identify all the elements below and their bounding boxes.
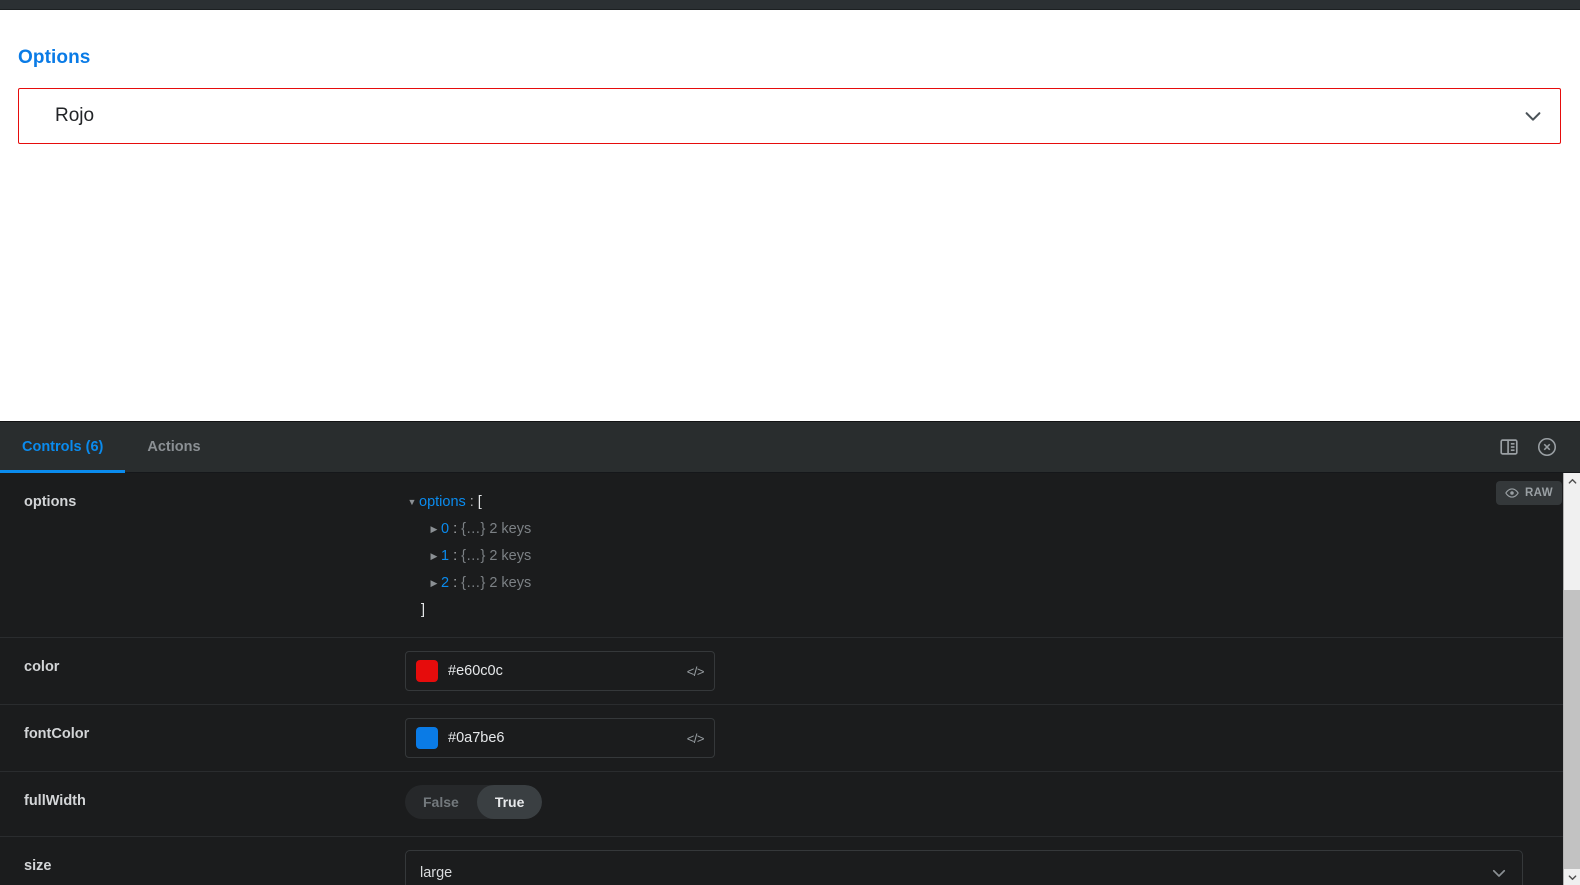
object-tree-summary: {…} 2 keys (461, 521, 532, 537)
addon-panel: Controls (6) Actions options ▼ options:… (0, 421, 1580, 885)
object-tree-close-bracket: ] (421, 602, 426, 618)
raw-toggle-button[interactable]: RAW (1495, 481, 1562, 505)
list-item[interactable]: ▶ 1 : {…} 2 keys (405, 543, 1580, 570)
table-row: fullWidth False True (0, 772, 1580, 837)
object-tree-key: options (419, 494, 466, 510)
scrollbar-up-button[interactable] (1564, 473, 1580, 490)
object-tree: ▼ options : [ ▶ 0 : {…} 2 keys ▶ 1: {…}… (405, 486, 1580, 624)
addon-panel-toolbar: Controls (6) Actions (0, 422, 1580, 473)
eye-icon (1505, 488, 1519, 498)
object-tree-index: 0 (441, 521, 450, 537)
raw-toggle-label: RAW (1524, 487, 1553, 499)
list-item[interactable]: ▶ 0 : {…} 2 keys (405, 516, 1580, 543)
control-name-color: color (24, 659, 60, 675)
object-tree-open-bracket: [ (477, 494, 482, 510)
object-tree-close: ] (405, 597, 1580, 624)
scrollbar-down-button[interactable] (1564, 869, 1580, 885)
object-tree-root[interactable]: ▼ options : [ (405, 489, 1580, 516)
page-title: Options (18, 47, 91, 68)
object-tree-summary: {…} 2 keys (461, 575, 532, 591)
caret-down-icon[interactable]: ▼ (405, 489, 419, 516)
code-toggle-icon[interactable]: </> (687, 731, 705, 746)
scrollbar-thumb[interactable] (1564, 490, 1580, 590)
tab-actions-label: Actions (147, 439, 201, 455)
color-input[interactable]: #e60c0c </> (405, 651, 715, 691)
table-row: color #e60c0c </> (0, 638, 1580, 705)
options-select-value: Rojo (55, 105, 95, 126)
control-name-fullWidth: fullWidth (24, 793, 86, 809)
boolean-option-false[interactable]: False (405, 785, 477, 819)
table-row: options ▼ options : [ ▶ 0 : {…} 2 keys ▶… (0, 473, 1580, 638)
boolean-toggle: False True (405, 785, 543, 819)
tab-controls-label: Controls (6) (22, 439, 104, 455)
color-swatch[interactable] (416, 660, 438, 682)
object-tree-summary: {…} 2 keys (461, 548, 532, 564)
size-select-value: large (420, 865, 453, 881)
color-swatch[interactable] (416, 727, 438, 749)
controls-rows: options ▼ options : [ ▶ 0 : {…} 2 keys ▶… (0, 473, 1580, 885)
panel-scrollbar[interactable] (1563, 473, 1580, 885)
color-value-text: #e60c0c (448, 663, 503, 679)
object-tree-colon: : (453, 521, 458, 537)
chevron-down-icon (1490, 864, 1508, 882)
addon-tabs: Controls (6) Actions (0, 422, 223, 473)
tab-actions[interactable]: Actions (125, 422, 222, 472)
panel-toolbar-icons (1498, 422, 1580, 472)
control-value-fontColor: #0a7be6 </> (405, 705, 1580, 771)
boolean-option-true[interactable]: True (476, 785, 543, 819)
object-tree-colon: : (453, 575, 458, 591)
options-select[interactable]: Rojo (18, 88, 1561, 144)
chevron-down-icon (1568, 875, 1577, 881)
top-toolbar-strip (0, 0, 1580, 10)
panel-layout-icon[interactable] (1498, 436, 1520, 458)
size-select[interactable]: large (405, 850, 1523, 885)
caret-right-icon[interactable]: ▶ (427, 570, 441, 597)
control-value-size: large (405, 837, 1580, 885)
control-name-size: size (24, 858, 52, 874)
object-tree-colon: : (469, 494, 474, 510)
control-name-options: options (24, 494, 77, 510)
close-circle-icon[interactable] (1536, 436, 1558, 458)
chevron-up-icon (1568, 478, 1577, 484)
story-preview-canvas: Options Rojo (0, 11, 1580, 421)
storybook-window: Options Rojo Controls (6) Actions option… (0, 0, 1580, 885)
caret-right-icon[interactable]: ▶ (427, 543, 441, 570)
control-value-color: #e60c0c </> (405, 638, 1580, 704)
control-value-fullWidth: False True (405, 772, 1580, 832)
table-row: fontColor #0a7be6 </> (0, 705, 1580, 772)
object-tree-index: 2 (441, 575, 450, 591)
code-toggle-icon[interactable]: </> (687, 664, 705, 679)
object-tree-colon: : (453, 548, 458, 564)
tab-controls[interactable]: Controls (6) (0, 422, 126, 473)
chevron-down-icon (1522, 105, 1544, 127)
color-input[interactable]: #0a7be6 </> (405, 718, 715, 758)
caret-right-icon[interactable]: ▶ (427, 516, 441, 543)
control-name-fontColor: fontColor (24, 726, 90, 742)
table-row: size large (0, 837, 1580, 885)
object-tree-index: 1 (441, 548, 450, 564)
control-value-options: ▼ options : [ ▶ 0 : {…} 2 keys ▶ 1: {…}… (405, 473, 1580, 637)
list-item[interactable]: ▶ 2 : {…} 2 keys (405, 570, 1580, 597)
color-value-text: #0a7be6 (448, 730, 505, 746)
